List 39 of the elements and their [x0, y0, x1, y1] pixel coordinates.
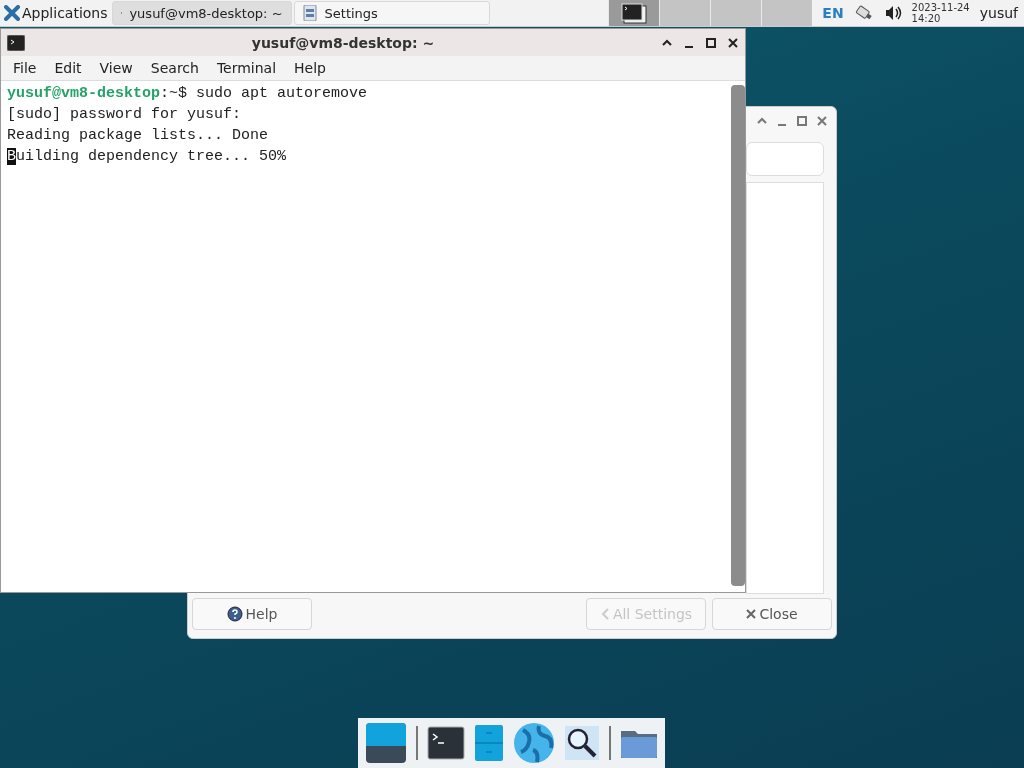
menu-item[interactable]: Help — [285, 60, 335, 76]
help-icon — [226, 606, 243, 622]
menu-item[interactable]: Search — [141, 60, 208, 76]
taskbar-button[interactable]: Settings — [293, 1, 490, 25]
clock[interactable]: 2023-11-24 14:20 — [911, 2, 970, 24]
network-cable-icon[interactable] — [853, 4, 874, 22]
back-icon — [599, 607, 610, 621]
help-button[interactable]: Help — [192, 598, 312, 630]
x-logo-icon — [4, 5, 20, 21]
maximize-icon[interactable] — [705, 36, 717, 49]
menu-item[interactable]: Terminal — [207, 60, 286, 76]
terminal-line: yusuf@vm8-desktop:~$ sudo apt autoremove — [7, 84, 369, 104]
keyboard-layout-indicator[interactable]: EN — [822, 5, 844, 21]
taskbar-button[interactable]: yusuf@vm8-desktop: ~ — [111, 1, 292, 25]
user-name[interactable]: yusuf — [979, 5, 1018, 21]
magnifier-icon[interactable] — [564, 725, 601, 761]
file-cabinet-icon[interactable] — [473, 724, 504, 762]
menu-item[interactable]: View — [90, 60, 142, 76]
close-icon[interactable] — [727, 36, 739, 49]
workspace-switcher[interactable] — [710, 0, 762, 26]
search-field[interactable] — [746, 142, 824, 176]
desktop-icon[interactable] — [364, 722, 407, 764]
menu-item[interactable]: File — [4, 60, 46, 76]
menu-item[interactable]: Edit — [45, 60, 91, 76]
close-icon — [746, 609, 757, 619]
applications-menu[interactable]: Applications — [0, 0, 112, 26]
terminal-line: Reading package lists... Done — [7, 126, 270, 146]
volume-icon[interactable] — [883, 5, 902, 21]
window-title: yusuf@vm8-desktop: ~ — [250, 34, 436, 51]
terminal-line: [sudo] password for yusuf: — [7, 105, 243, 125]
window-thumbnail-icon — [620, 2, 649, 24]
scrollbar[interactable] — [731, 85, 745, 586]
terminal-line: Building dependency tree... 50% — [7, 147, 288, 167]
settings-icon — [302, 5, 317, 21]
globe-icon[interactable] — [513, 722, 556, 764]
workspace-switcher[interactable] — [608, 0, 660, 26]
workspace-switcher[interactable] — [761, 0, 813, 26]
close-button[interactable]: Close — [712, 598, 832, 630]
workspace-switcher[interactable] — [659, 0, 711, 26]
